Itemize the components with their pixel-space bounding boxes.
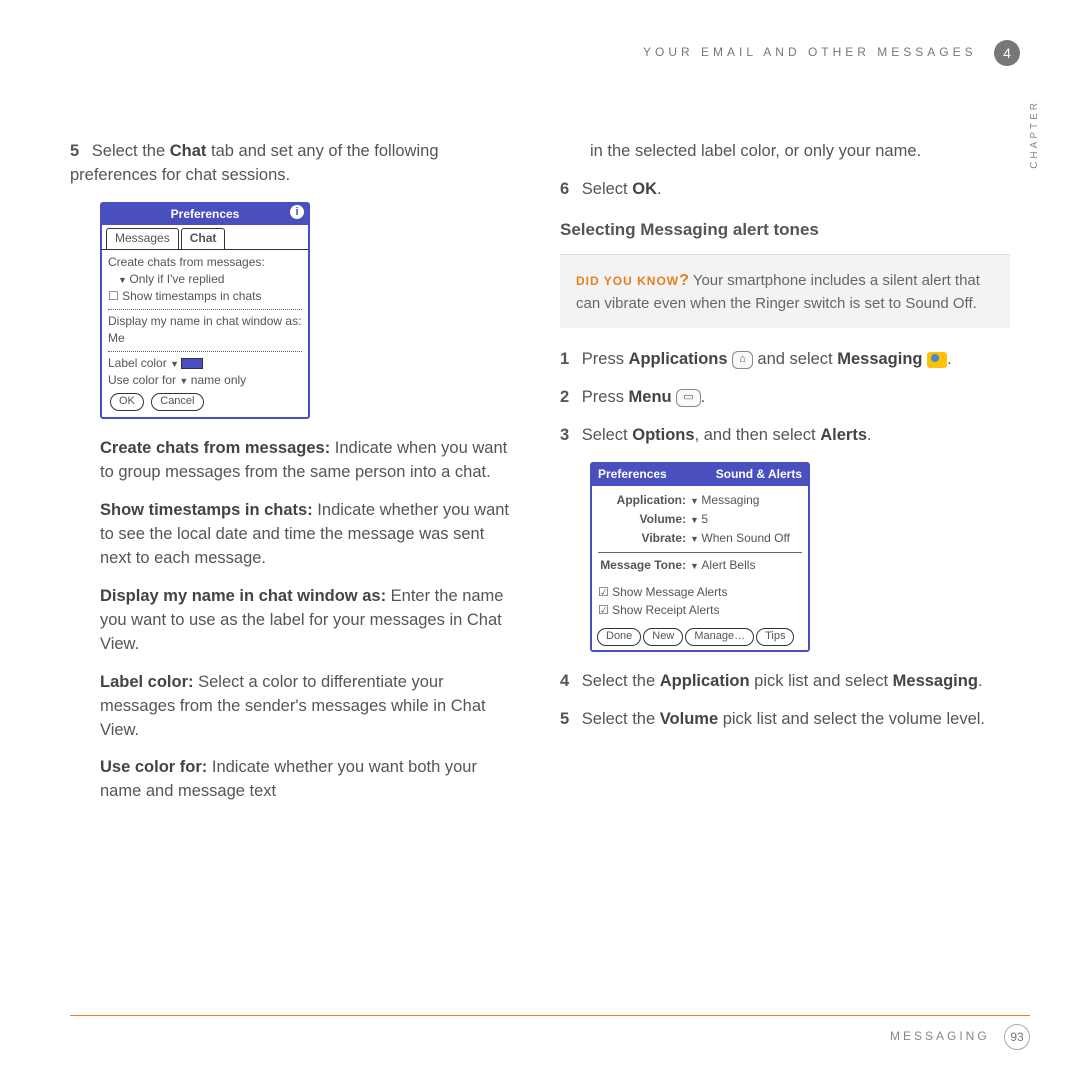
show-message-alerts-checkbox: Show Message Alerts <box>598 584 802 601</box>
desc-label-color: Label color: Select a color to different… <box>100 671 520 743</box>
page-header: YOUR EMAIL AND OTHER MESSAGES 4 <box>0 40 1080 66</box>
new-button: New <box>643 628 683 646</box>
tone-dropdown: Alert Bells <box>690 557 755 574</box>
page-footer: MESSAGING 93 <box>70 1015 1030 1050</box>
footer-label: MESSAGING <box>890 1029 990 1043</box>
step-number: 5 <box>70 142 79 160</box>
desc-display-name: Display my name in chat window as: Enter… <box>100 585 520 657</box>
manage-button: Manage… <box>685 628 754 646</box>
step-5: 5 Select the Chat tab and set any of the… <box>70 140 520 188</box>
label-color-swatch <box>181 358 203 369</box>
section-title: YOUR EMAIL AND OTHER MESSAGES <box>643 45 977 59</box>
left-column: 5 Select the Chat tab and set any of the… <box>70 140 520 1000</box>
cancel-button: Cancel <box>151 393 203 411</box>
home-icon: ⌂ <box>732 351 753 369</box>
application-dropdown: Messaging <box>690 492 759 509</box>
alert-step-1: 1 Press Applications ⌂ and select Messag… <box>560 348 1010 372</box>
name-field: Me <box>108 330 302 347</box>
mock2-subtitle: Sound & Alerts <box>716 466 802 483</box>
mock1-titlebar: Preferences i <box>102 204 308 225</box>
volume-dropdown: 5 <box>690 511 708 528</box>
alert-step-3: 3 Select Options, and then select Alerts… <box>560 424 1010 448</box>
info-icon: i <box>290 205 304 219</box>
subheading-alert-tones: Selecting Messaging alert tones <box>560 218 1010 243</box>
did-you-know-box: DID YOU KNOW? Your smartphone includes a… <box>560 254 1010 328</box>
sound-alerts-screenshot: Preferences Sound & Alerts Application:M… <box>590 462 810 652</box>
right-column: in the selected label color, or only you… <box>560 140 1010 1000</box>
tips-button: Tips <box>756 628 794 646</box>
mock2-title: Preferences <box>598 466 667 483</box>
ok-button: OK <box>110 393 144 411</box>
done-button: Done <box>597 628 641 646</box>
use-color-dropdown: name only <box>179 373 246 387</box>
continuation: in the selected label color, or only you… <box>590 140 1010 164</box>
show-receipt-alerts-checkbox: Show Receipt Alerts <box>598 602 802 619</box>
preferences-chat-screenshot: Preferences i Messages Chat Create chats… <box>100 202 310 419</box>
desc-create-chats: Create chats from messages: Indicate whe… <box>100 437 520 485</box>
page-number: 93 <box>1004 1024 1030 1050</box>
create-chats-dropdown: Only if I've replied <box>108 271 302 288</box>
chapter-side-label: CHAPTER <box>1029 100 1040 169</box>
tab-chat: Chat <box>181 228 226 248</box>
alert-step-4: 4 Select the Application pick list and s… <box>560 670 1010 694</box>
alert-step-2: 2 Press Menu ▭. <box>560 386 1010 410</box>
vibrate-dropdown: When Sound Off <box>690 530 790 547</box>
desc-timestamps: Show timestamps in chats: Indicate wheth… <box>100 499 520 571</box>
tab-messages: Messages <box>106 228 179 248</box>
alert-step-5: 5 Select the Volume pick list and select… <box>560 708 1010 732</box>
messaging-icon <box>927 352 947 368</box>
timestamps-checkbox: Show timestamps in chats <box>108 288 302 305</box>
desc-use-color: Use color for: Indicate whether you want… <box>100 756 520 804</box>
menu-icon: ▭ <box>676 389 700 407</box>
step-6: 6 Select OK. <box>560 178 1010 202</box>
chapter-number-badge: 4 <box>994 40 1020 66</box>
content-area: 5 Select the Chat tab and set any of the… <box>70 140 1010 1000</box>
